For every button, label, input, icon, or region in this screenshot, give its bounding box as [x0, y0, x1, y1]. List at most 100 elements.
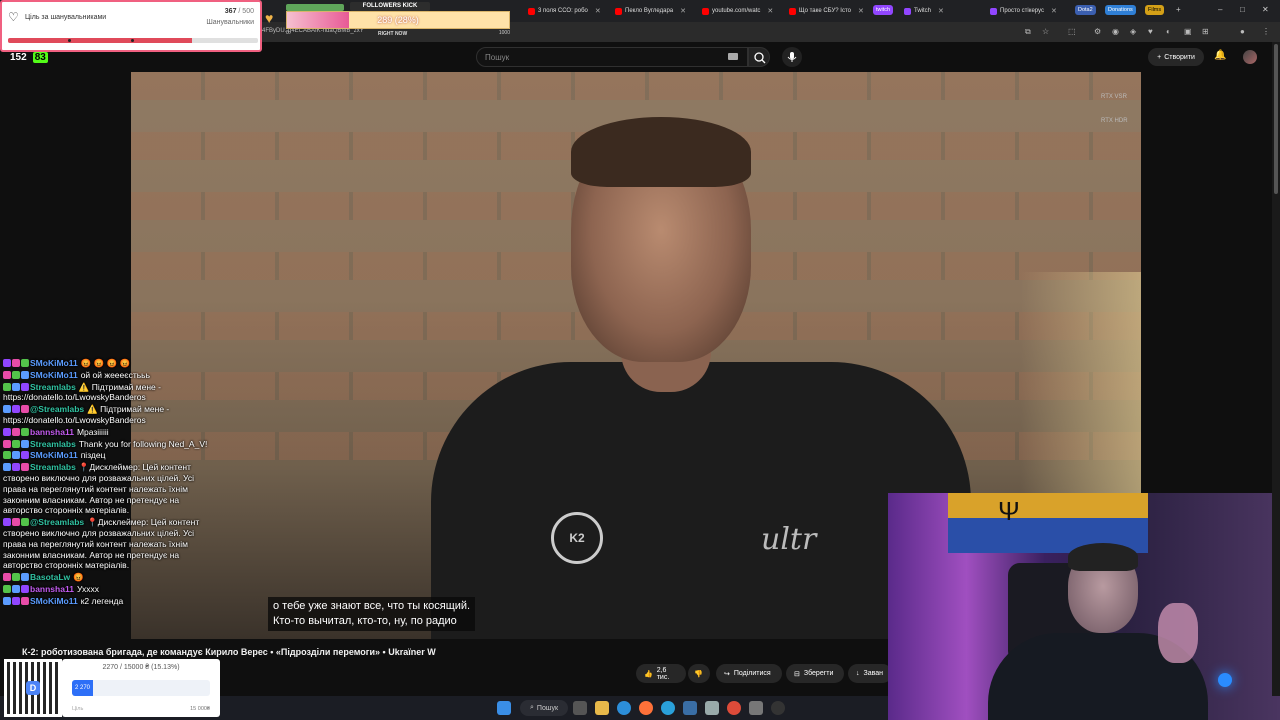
- chat-username[interactable]: bannsha11: [30, 584, 74, 594]
- tab-group-chip[interactable]: Films: [1145, 5, 1165, 15]
- maximize-icon[interactable]: □: [1240, 5, 1245, 14]
- close-tab-icon[interactable]: ✕: [595, 7, 601, 15]
- firefox-icon[interactable]: [639, 701, 653, 715]
- like-button[interactable]: 👍 2,6 тис.: [636, 664, 686, 683]
- kick-tab: [286, 4, 344, 11]
- keyboard-icon[interactable]: [728, 53, 738, 60]
- extension-icon[interactable]: ♥: [1148, 27, 1153, 36]
- thumbs-down-icon: 👎: [694, 670, 703, 678]
- video-title: К-2: роботизована бригада, де командує К…: [22, 647, 436, 657]
- chat-badge-icon: [21, 451, 29, 460]
- extension-icon[interactable]: ⚙: [1094, 27, 1101, 36]
- bookmark-star-icon[interactable]: ☆: [1042, 27, 1049, 36]
- close-tab-icon[interactable]: ✕: [858, 7, 864, 15]
- minimize-icon[interactable]: –: [1218, 5, 1222, 14]
- tab-label: Twitch: [914, 8, 932, 14]
- donation-goal-widget: 2270 / 15000 ₴ (15.13%) 2 270 Ціль 15 00…: [62, 659, 220, 717]
- chat-overlay: SMoKiMo11 😡 😡 😡 😡 SMoKiMo11 ой ой жеееєстьь…: [3, 358, 218, 608]
- menu-dots-icon[interactable]: ⋮: [1262, 27, 1270, 36]
- donation-amount: 2270 / 15000 ₴ (15.13%): [102, 664, 180, 671]
- taskbar-search-label: Пошук: [536, 704, 559, 712]
- chat-badge-icon: [3, 451, 11, 460]
- chat-username[interactable]: BasotaLw: [30, 572, 70, 582]
- new-tab-icon[interactable]: +: [1176, 5, 1181, 14]
- chat-username[interactable]: @Streamlabs: [30, 404, 84, 414]
- tab-label: youtube.com/watc: [712, 8, 761, 14]
- chat-username[interactable]: SMoKiMo11: [30, 596, 78, 606]
- taskbar-search[interactable]: ⌕ Пошук: [520, 700, 568, 716]
- chat-username[interactable]: SMoKiMo11: [30, 358, 78, 368]
- screen: 3 поля ССО: робо ✕ Пекло Вугледара ✕ youtu…: [0, 0, 1280, 720]
- goal-target: / 500: [238, 8, 254, 15]
- create-label: Створити: [1164, 53, 1195, 61]
- chrome-icon[interactable]: [727, 701, 741, 715]
- chat-username[interactable]: SMoKiMo11: [30, 370, 78, 380]
- chat-text: Мразіііііі: [76, 426, 109, 437]
- browser-tab[interactable]: Twitch ✕: [904, 3, 984, 19]
- chat-username[interactable]: Streamlabs: [30, 382, 76, 392]
- save-button[interactable]: ⊟ Зберегти: [786, 664, 844, 683]
- extension-icon[interactable]: ◐: [1166, 27, 1171, 36]
- search-input[interactable]: Пошук: [476, 47, 748, 67]
- create-button[interactable]: + Створити: [1148, 48, 1204, 66]
- rtx-hdr-badge: RTX HDR: [1101, 118, 1128, 124]
- obs-icon[interactable]: [771, 701, 785, 715]
- goal-milestone: [68, 39, 71, 42]
- chat-message: SMoKiMo11 😡 😡 😡 😡: [3, 358, 218, 369]
- chat-username[interactable]: SMoKiMo11: [30, 450, 78, 460]
- extension-icon[interactable]: ▣: [1184, 27, 1192, 36]
- chat-username[interactable]: @Streamlabs: [30, 517, 84, 527]
- chat-username[interactable]: bannsha11: [30, 427, 74, 437]
- browser-tab[interactable]: Що таке СБУ? Істо ✕: [789, 3, 867, 19]
- chat-message: Streamlabs 📍Дисклеймер: Цей контент створ…: [3, 462, 218, 516]
- close-tab-icon[interactable]: ✕: [767, 7, 773, 15]
- save-label: Зберегти: [803, 670, 834, 677]
- browser-tab[interactable]: 3 поля ССО: робо ✕: [528, 3, 606, 19]
- edge-browser-icon[interactable]: [617, 701, 631, 715]
- chat-username[interactable]: Streamlabs: [30, 439, 76, 449]
- extension-icon[interactable]: ◉: [1112, 27, 1119, 36]
- account-avatar[interactable]: [1243, 50, 1257, 64]
- tab-group-chip[interactable]: Donations: [1105, 5, 1136, 15]
- app-icon[interactable]: [683, 701, 697, 715]
- chat-badge-icon: [3, 405, 11, 414]
- extension-icon[interactable]: ⬚: [1068, 27, 1076, 36]
- close-tab-icon[interactable]: ✕: [938, 7, 944, 15]
- settings-icon[interactable]: [749, 701, 763, 715]
- chat-badge-icon: [21, 439, 29, 448]
- browser-tab[interactable]: youtube.com/watc ✕: [702, 3, 780, 19]
- tab-label: Пекло Вугледара: [625, 8, 674, 14]
- chat-badge-icon: [3, 584, 11, 593]
- cast-icon[interactable]: ⧉: [1025, 27, 1031, 37]
- app-icon[interactable]: [705, 701, 719, 715]
- chat-badge-icon: [12, 405, 20, 414]
- share-button[interactable]: ↪ Поділитися: [716, 664, 782, 683]
- chat-badge-icon: [12, 518, 20, 527]
- search-button[interactable]: [748, 47, 770, 67]
- notifications-bell-icon[interactable]: 🔔: [1214, 50, 1226, 61]
- extension-icon[interactable]: ◈: [1130, 27, 1136, 36]
- dislike-button[interactable]: 👎: [688, 664, 710, 683]
- extension-icon[interactable]: ⊞: [1202, 27, 1209, 36]
- download-button[interactable]: ↓ Заван: [848, 664, 892, 683]
- close-tab-icon[interactable]: ✕: [1051, 7, 1057, 15]
- close-tab-icon[interactable]: ✕: [680, 7, 686, 15]
- file-explorer-icon[interactable]: [595, 701, 609, 715]
- chat-badge-icon: [3, 427, 11, 436]
- chat-badge-icon: [12, 439, 20, 448]
- tab-group-chip[interactable]: Dota2: [1075, 5, 1096, 15]
- windows-start-icon[interactable]: [497, 701, 511, 715]
- browser-tab[interactable]: Пекло Вугледара ✕: [615, 3, 693, 19]
- close-window-icon[interactable]: ✕: [1262, 5, 1269, 14]
- thumbs-up-icon: 👍: [644, 670, 653, 678]
- profile-icon[interactable]: ●: [1240, 27, 1245, 36]
- browser-tab[interactable]: Просто стікерус ✕: [990, 3, 1070, 19]
- chat-badge-icon: [12, 370, 20, 379]
- scrollbar-thumb[interactable]: [1274, 44, 1278, 194]
- chat-username[interactable]: Streamlabs: [30, 462, 76, 472]
- chat-badge-icon: [12, 451, 20, 460]
- task-view-icon[interactable]: [573, 701, 587, 715]
- voice-search-button[interactable]: [782, 47, 802, 67]
- tab-group-chip[interactable]: twitch: [873, 5, 894, 15]
- telegram-icon[interactable]: [661, 701, 675, 715]
